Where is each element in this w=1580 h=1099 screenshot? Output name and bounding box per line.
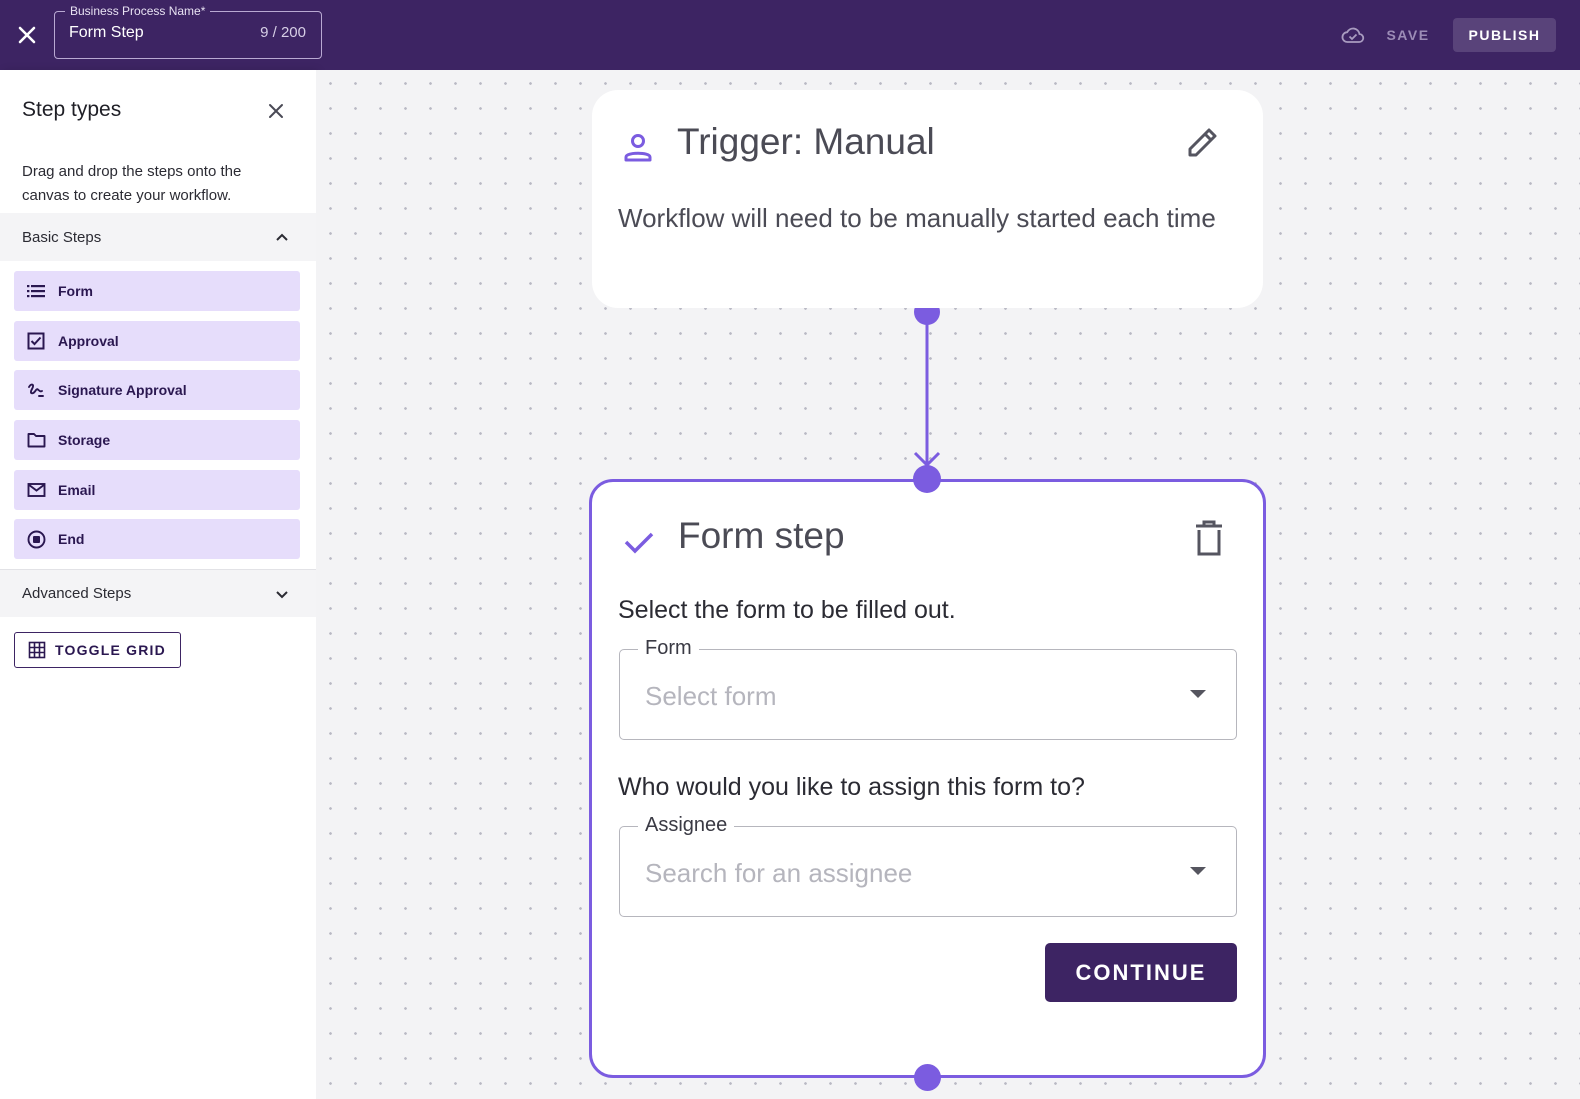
chevron-up-icon xyxy=(276,233,288,241)
step-item-label: End xyxy=(58,531,85,547)
form-select-label: Form xyxy=(638,636,699,660)
step-item-label: Email xyxy=(58,482,96,498)
close-icon[interactable] xyxy=(12,20,42,50)
step-item-email[interactable]: Email xyxy=(14,470,300,510)
character-count: 9 / 200 xyxy=(260,24,306,41)
checkbox-icon xyxy=(26,331,46,351)
form-select-placeholder: Select form xyxy=(645,681,777,711)
step-item-approval[interactable]: Approval xyxy=(14,321,300,361)
process-name-field[interactable]: Business Process Name* Form Step 9 / 200 xyxy=(54,5,322,59)
publish-button[interactable]: PUBLISH xyxy=(1453,18,1556,52)
trash-icon[interactable] xyxy=(1192,518,1226,558)
step-item-storage[interactable]: Storage xyxy=(14,420,300,460)
mail-icon xyxy=(26,480,46,500)
list-icon xyxy=(26,281,46,301)
panel-description: Drag and drop the steps onto the canvas … xyxy=(22,163,242,204)
panel-title: Step types xyxy=(22,98,122,121)
advanced-steps-label: Advanced Steps xyxy=(22,585,132,602)
process-name-label: Business Process Name* xyxy=(65,5,211,18)
step-item-label: Approval xyxy=(58,333,119,349)
save-button[interactable]: SAVE xyxy=(1376,20,1440,50)
trigger-card[interactable]: Trigger: Manual Workflow will need to be… xyxy=(592,90,1263,308)
assignee-select[interactable]: Assignee Search for an assignee xyxy=(619,813,1237,917)
step-item-end[interactable]: End xyxy=(14,519,300,559)
trigger-description: Workflow will need to be manually starte… xyxy=(618,203,1216,233)
step-item-label: Signature Approval xyxy=(58,382,187,398)
stop-circle-icon xyxy=(26,529,46,549)
toggle-grid-button[interactable]: TOGGLE GRID xyxy=(14,632,181,668)
continue-button[interactable]: CONTINUE xyxy=(1045,943,1237,1002)
top-bar: Business Process Name* Form Step 9 / 200… xyxy=(0,0,1580,70)
person-icon xyxy=(624,134,652,162)
signature-icon xyxy=(26,380,46,400)
folder-icon xyxy=(26,430,46,450)
assignee-question: Who would you like to assign this form t… xyxy=(618,773,1085,801)
dropdown-arrow-icon xyxy=(1190,690,1206,698)
assignee-select-placeholder: Search for an assignee xyxy=(645,858,913,888)
form-step-card[interactable]: Form step Select the form to be filled o… xyxy=(589,479,1266,1078)
output-node[interactable] xyxy=(914,1064,941,1091)
assignee-select-label: Assignee xyxy=(638,813,735,837)
basic-steps-label: Basic Steps xyxy=(22,228,102,246)
step-item-signature-approval[interactable]: Signature Approval xyxy=(14,370,300,410)
chevron-down-icon xyxy=(276,591,288,599)
process-name-input[interactable]: Form Step xyxy=(69,24,144,42)
input-node[interactable] xyxy=(913,465,941,493)
dropdown-arrow-icon xyxy=(1190,867,1206,875)
form-step-title: Form step xyxy=(678,515,845,556)
step-item-label: Form xyxy=(58,283,93,299)
form-select[interactable]: Form Select form xyxy=(619,636,1237,740)
basic-steps-header[interactable]: Basic Steps xyxy=(0,213,316,261)
step-types-panel: Step types Drag and drop the steps onto … xyxy=(0,70,316,1099)
step-item-label: Storage xyxy=(58,432,111,448)
trigger-title: Trigger: Manual xyxy=(677,121,935,162)
pencil-icon[interactable] xyxy=(1184,123,1222,161)
form-question: Select the form to be filled out. xyxy=(618,596,956,624)
toggle-grid-label: TOGGLE GRID xyxy=(55,642,166,658)
cloud-check-icon xyxy=(1341,27,1365,43)
close-panel-icon[interactable] xyxy=(264,99,288,123)
step-item-form[interactable]: Form xyxy=(14,271,300,311)
advanced-steps-header[interactable]: Advanced Steps xyxy=(0,569,316,617)
check-icon xyxy=(624,532,654,554)
grid-icon xyxy=(28,641,46,659)
